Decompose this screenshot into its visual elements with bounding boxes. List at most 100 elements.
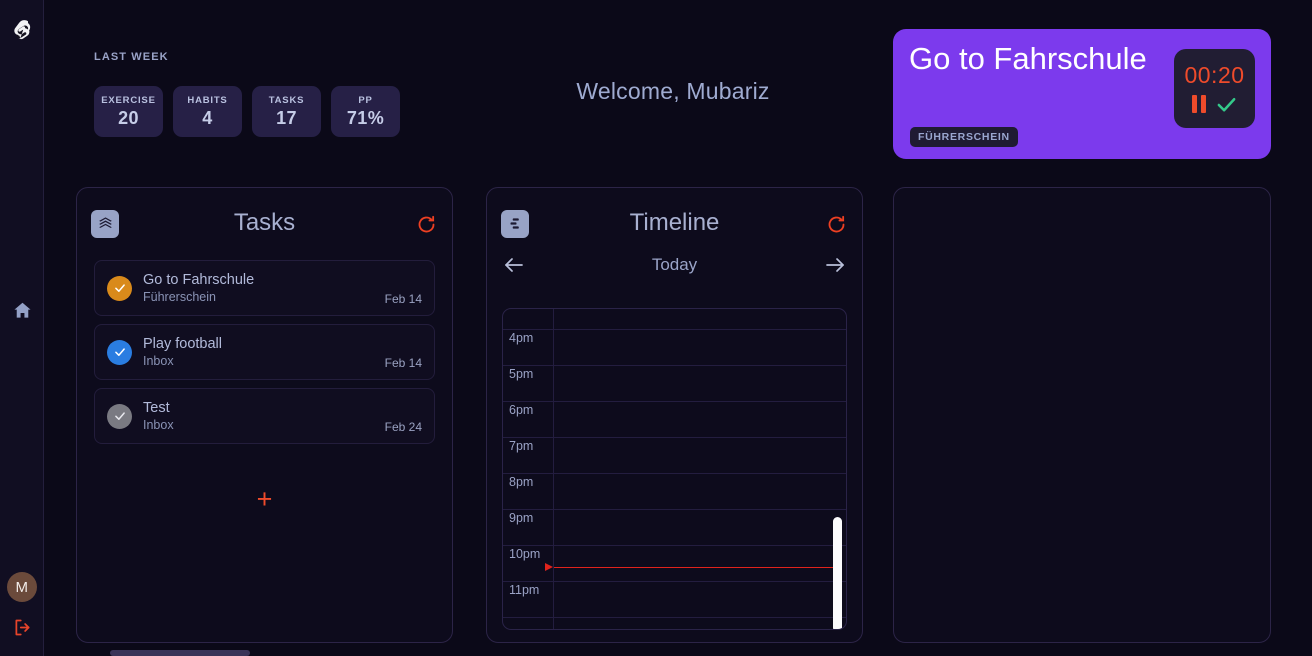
stat-key: TASKS (268, 94, 305, 106)
timeline-hour-row[interactable]: 4pm (503, 329, 846, 365)
stat-key: PP (358, 94, 373, 106)
avatar-initial: M (15, 578, 29, 596)
timeline-hour-row[interactable]: 9pm (503, 509, 846, 545)
timeline-hour-row[interactable]: 5pm (503, 365, 846, 401)
timeline-hour-slot[interactable] (554, 438, 846, 473)
timeline-hour-row[interactable]: 10pm (503, 545, 846, 581)
task-date: Feb 14 (384, 292, 422, 306)
stats-row: EXERCISE 20 HABITS 4 TASKS 17 PP 71% (94, 86, 400, 137)
timeline-hour-slot[interactable] (554, 582, 846, 617)
task-checkbox[interactable] (107, 339, 132, 365)
task-name: Go to Fahrschule (143, 272, 255, 288)
timeline-hour-label: 5pm (503, 366, 554, 401)
timer-controls-box: 00:20 (1174, 49, 1255, 128)
timeline-hour-row[interactable]: 7pm (503, 437, 846, 473)
tasks-refresh-button[interactable] (416, 214, 437, 235)
check-icon (114, 284, 125, 292)
table-row[interactable]: Go to Fahrschule Führerschein Feb 14 (94, 260, 435, 316)
active-timer-card[interactable]: Go to Fahrschule FÜHRERSCHEIN 00:20 (893, 29, 1271, 159)
avatar[interactable]: M (7, 572, 37, 602)
timer-value: 00:20 (1184, 61, 1245, 88)
page-horizontal-scrollbar[interactable] (110, 650, 250, 656)
pause-button[interactable] (1191, 95, 1206, 113)
tasks-panel: Tasks Go to Fahrschule Führerschein Feb … (76, 187, 453, 643)
timeline-hour-slot[interactable] (554, 309, 846, 329)
task-date: Feb 14 (384, 356, 422, 370)
task-project: Inbox (143, 418, 174, 432)
app-logo[interactable] (5, 14, 39, 48)
timeline-hour-row[interactable]: 6pm (503, 401, 846, 437)
timeline-hour-slot[interactable] (554, 510, 846, 545)
timeline-grid: 3pm 4pm 5pm 6pm 7pm 8pm 9pm (503, 309, 846, 629)
task-name: Test (143, 400, 170, 416)
timeline-prev-day-button[interactable] (501, 254, 527, 276)
current-time-marker-icon (545, 563, 553, 571)
last-week-label: LAST WEEK (94, 51, 169, 63)
timeline-day-nav: Today (487, 251, 862, 279)
timeline-hour-slot[interactable] (554, 474, 846, 509)
stat-value: 4 (202, 107, 213, 128)
task-project: Inbox (143, 354, 174, 368)
stat-card-pp[interactable]: PP 71% (331, 86, 400, 137)
check-icon (114, 412, 125, 420)
timeline-hour-label: 7pm (503, 438, 554, 473)
check-icon (114, 348, 125, 356)
timeline-panel: Timeline Today 3p (486, 187, 863, 643)
complete-button[interactable] (1215, 93, 1238, 116)
tasks-panel-title: Tasks (233, 209, 296, 236)
timeline-scrollbar-thumb[interactable] (833, 517, 842, 629)
tasks-list: Go to Fahrschule Führerschein Feb 14 Pla… (94, 260, 435, 452)
timeline-hour-slot[interactable] (554, 546, 846, 581)
task-project: Führerschein (143, 290, 216, 304)
tasks-panel-header: Tasks (77, 188, 452, 262)
timeline-hour-slot[interactable] (554, 330, 846, 365)
current-time-indicator (545, 563, 834, 571)
table-row[interactable]: Play football Inbox Feb 14 (94, 324, 435, 380)
timeline-hour-slot[interactable] (554, 402, 846, 437)
stat-value: 20 (118, 107, 139, 128)
stat-key: EXERCISE (101, 94, 156, 106)
timeline-day-label: Today (651, 255, 698, 274)
sidebar: M (0, 0, 44, 656)
timeline-hour-row[interactable]: 3pm (503, 309, 846, 329)
timeline-hour-row[interactable] (503, 617, 846, 629)
timeline-hour-label: 9pm (503, 510, 554, 545)
logout-button[interactable] (11, 616, 33, 638)
stat-card-habits[interactable]: HABITS 4 (173, 86, 242, 137)
timeline-hour-slot[interactable] (554, 618, 846, 629)
task-text: Play football Inbox (143, 336, 222, 368)
svelte-logo-icon (13, 20, 30, 40)
timeline-panel-title: Timeline (629, 209, 720, 236)
task-name: Play football (143, 336, 222, 352)
stat-value: 17 (276, 107, 297, 128)
timeline-hour-row[interactable]: 11pm (503, 581, 846, 617)
stat-card-exercise[interactable]: EXERCISE 20 (94, 86, 163, 137)
stat-value: 71% (346, 107, 385, 128)
timeline-hour-label: 8pm (503, 474, 554, 509)
dashboard-root: M LAST WEEK EXERCISE 20 HABITS 4 TASKS 1… (0, 0, 1312, 656)
task-checkbox[interactable] (107, 275, 132, 301)
timeline-hour-label: 4pm (503, 330, 554, 365)
table-row[interactable]: Test Inbox Feb 24 (94, 388, 435, 444)
timeline-grid-scroll[interactable]: 3pm 4pm 5pm 6pm 7pm 8pm 9pm (502, 308, 847, 630)
timeline-hour-row[interactable]: 8pm (503, 473, 846, 509)
stat-key: HABITS (187, 94, 228, 106)
welcome-message: Welcome, Mubariz (576, 78, 770, 104)
sidebar-footer: M (0, 572, 44, 638)
refresh-icon (418, 215, 435, 233)
timeline-refresh-button[interactable] (826, 214, 847, 235)
add-task-button[interactable]: + (77, 486, 452, 513)
timer-project-badge: FÜHRERSCHEIN (910, 127, 1018, 147)
task-text: Go to Fahrschule Führerschein (143, 272, 254, 304)
stat-card-tasks[interactable]: TASKS 17 (252, 86, 321, 137)
refresh-icon (828, 215, 845, 233)
empty-panel[interactable] (893, 187, 1271, 643)
task-checkbox[interactable] (107, 403, 132, 429)
sidebar-nav (0, 298, 44, 322)
sidebar-item-home[interactable] (10, 298, 34, 322)
timeline-next-day-button[interactable] (822, 254, 848, 276)
timeline-hour-label (503, 618, 554, 629)
timer-controls (1191, 93, 1238, 116)
timeline-hour-slot[interactable] (554, 366, 846, 401)
timeline-hour-label: 3pm (503, 309, 554, 329)
